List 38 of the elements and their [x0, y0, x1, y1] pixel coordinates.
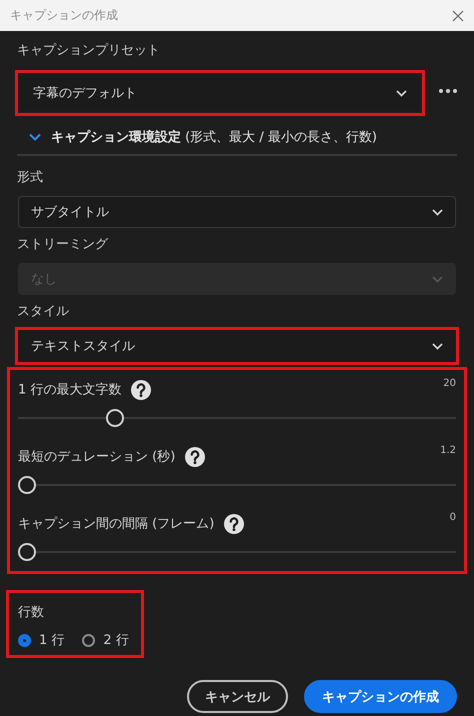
field-label: ストリーミング [17, 237, 110, 253]
slider-value: 1.2 [440, 445, 456, 456]
slider-value: 20 [443, 378, 456, 389]
create-button[interactable]: キャプションの作成 [304, 680, 457, 713]
slider-thumb[interactable] [18, 543, 36, 561]
chevron-down-icon [432, 208, 443, 216]
radio-option[interactable]: 2 行 [82, 631, 129, 649]
preset-dropdown[interactable]: 字幕のデフォルト [20, 75, 420, 111]
slider-thumb[interactable] [106, 409, 124, 427]
help-icon[interactable] [185, 447, 206, 467]
slider-label: 1 行の最大文字数 [18, 380, 152, 400]
chevron-down-icon [432, 276, 443, 282]
chevron-down-icon [396, 90, 407, 96]
slider-label: 最短のデュレーション (秒) [18, 447, 206, 467]
more-icon[interactable] [439, 89, 457, 93]
slider-thumb[interactable] [18, 476, 36, 494]
slider-label: キャプション間の間隔 (フレーム) [18, 514, 244, 534]
field-label: 形式 [17, 170, 44, 186]
dropdown-field[interactable]: テキストスタイル [18, 330, 456, 362]
radio-icon[interactable] [82, 634, 96, 646]
help-icon[interactable] [224, 514, 244, 534]
slider-track[interactable] [18, 543, 456, 561]
field-label: スタイル [17, 304, 70, 320]
chevron-down-icon [432, 342, 443, 350]
lines-label: 行数 [18, 605, 44, 620]
window-title: キャプションの作成 [10, 7, 118, 24]
slider-track[interactable] [18, 476, 456, 494]
radio-option[interactable]: 1 行 [18, 631, 64, 649]
section-title: キャプション環境設定 (形式、最大 / 最小の長さ、行数) [51, 128, 377, 146]
section-header[interactable]: キャプション環境設定 (形式、最大 / 最小の長さ、行数) [17, 120, 457, 156]
cancel-button[interactable]: キャンセル [187, 680, 288, 713]
radio-icon[interactable] [18, 634, 31, 646]
help-icon[interactable] [131, 380, 152, 400]
dropdown-field[interactable]: サブタイトル [18, 196, 456, 228]
slider-track[interactable] [18, 409, 456, 427]
slider-value: 0 [450, 512, 456, 523]
close-icon[interactable] [452, 10, 464, 22]
preset-label: キャプションプリセット [17, 43, 161, 59]
